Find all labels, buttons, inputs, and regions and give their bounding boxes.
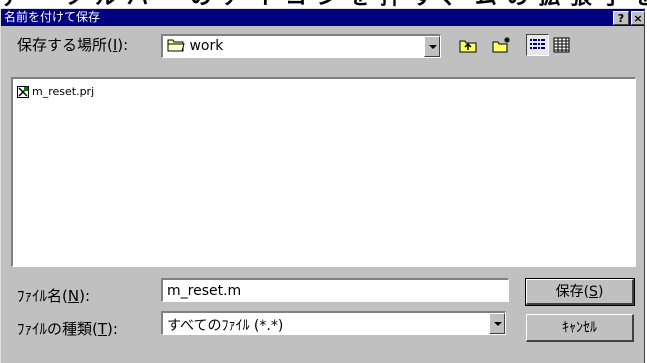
file-type-value: すべてのﾌｧｲﾙ (*.*): [167, 318, 284, 334]
details-view-button[interactable]: [550, 34, 573, 56]
file-list[interactable]: m_reset.prj: [11, 77, 636, 267]
create-new-folder-button[interactable]: [490, 34, 513, 56]
chevron-down-icon[interactable]: [489, 313, 505, 334]
new-folder-icon: [492, 37, 510, 53]
file-type-label: ﾌｧｲﾙの種類(T):: [17, 318, 118, 339]
help-button[interactable]: ?: [613, 11, 629, 25]
cancel-button[interactable]: ｷｬﾝｾﾙ: [526, 314, 634, 342]
file-name: m_reset.prj: [32, 85, 95, 98]
file-name-accesskey: N: [67, 287, 80, 305]
folder-icon: [167, 39, 185, 52]
save-location-text: work: [189, 38, 224, 54]
save-location-label-suffix: ):: [117, 36, 129, 54]
dialog-title: 名前を付けて保存: [4, 10, 101, 24]
file-name-label: ﾌｧｲﾙ名(N):: [17, 285, 90, 306]
list-view-icon: [530, 39, 545, 49]
title-bar[interactable]: 名前を付けて保存 ? ×: [1, 9, 645, 26]
cancel-label: ｷｬﾝｾﾙ: [562, 320, 597, 336]
close-button[interactable]: ×: [631, 11, 645, 25]
file-name-value: m_reset.m: [167, 283, 242, 299]
file-name-label-suffix: ):: [79, 287, 90, 305]
project-file-icon: [17, 86, 29, 98]
save-label-suffix: ): [597, 284, 604, 300]
details-view-icon: [553, 37, 570, 53]
file-type-dropdown[interactable]: すべてのﾌｧｲﾙ (*.*): [161, 311, 506, 335]
list-view-button[interactable]: [526, 34, 549, 56]
up-folder-icon: [459, 40, 477, 53]
save-location-dropdown[interactable]: work: [161, 34, 441, 58]
file-name-label-text: ﾌｧｲﾙ名(: [17, 287, 68, 305]
file-type-label-text: ﾌｧｲﾙの種類(: [17, 320, 98, 338]
save-button-label: 保存(S): [527, 280, 632, 304]
list-item[interactable]: m_reset.prj: [17, 85, 94, 98]
file-type-label-suffix: ):: [107, 320, 118, 338]
file-type-accesskey: T: [97, 320, 108, 338]
save-accesskey: S: [589, 284, 598, 300]
save-location-label: 保存する場所(I):: [17, 34, 128, 55]
save-location-label-text: 保存する場所(: [17, 36, 113, 54]
save-as-dialog: 名前を付けて保存 ? × 保存する場所(I): work m_reset.prj…: [0, 8, 645, 363]
chevron-down-icon[interactable]: [424, 36, 440, 57]
up-one-level-button[interactable]: [457, 34, 480, 56]
file-name-input[interactable]: m_reset.m: [161, 278, 509, 302]
save-location-value: work: [167, 38, 223, 54]
save-button[interactable]: 保存(S): [525, 278, 635, 306]
save-label-text: 保存(: [555, 284, 590, 300]
